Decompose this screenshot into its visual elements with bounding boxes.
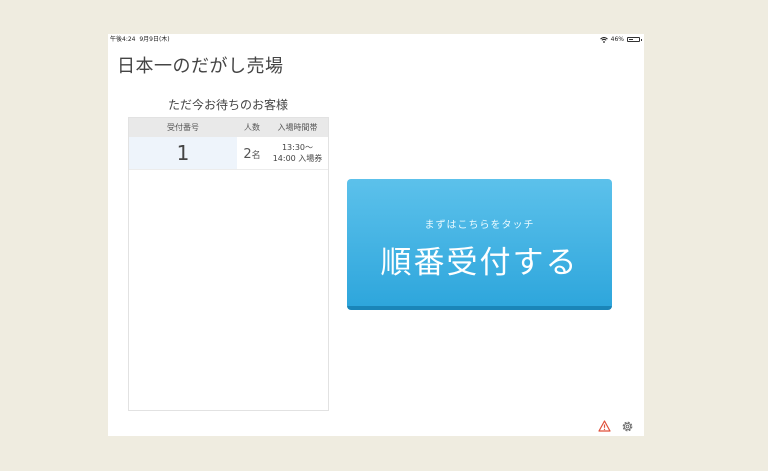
table-header: 受付番号 人数 入場時間帯 bbox=[129, 118, 328, 137]
register-turn-subtitle: まずはこちらをタッチ bbox=[424, 220, 535, 231]
wifi-icon bbox=[599, 36, 608, 43]
register-turn-button[interactable]: まずはこちらをタッチ 順番受付する bbox=[347, 179, 612, 310]
table-row: 1 2名 13:30〜 14:00 入場券 bbox=[129, 137, 328, 170]
column-header-people: 人数 bbox=[244, 123, 260, 132]
warning-icon[interactable] bbox=[598, 420, 611, 432]
party-size: 2名 bbox=[237, 137, 267, 169]
entry-time-line2: 14:00 入場券 bbox=[272, 154, 323, 163]
page-title: 日本一のだがし売場 bbox=[117, 56, 284, 77]
party-size-value: 2 bbox=[243, 147, 252, 162]
battery-percent: 46% bbox=[610, 36, 624, 43]
party-size-unit: 名 bbox=[251, 151, 261, 161]
status-time-date: 午後4:24 9月9日(木) bbox=[110, 34, 170, 45]
status-date: 9月9日(木) bbox=[139, 36, 170, 43]
status-time: 午後4:24 bbox=[110, 36, 136, 43]
register-turn-label: 順番受付する bbox=[380, 245, 579, 281]
ticket-number: 1 bbox=[129, 137, 237, 169]
queue-heading: ただ今お待ちのお客様 bbox=[167, 98, 288, 112]
column-header-time: 入場時間帯 bbox=[277, 123, 318, 132]
status-bar: 午後4:24 9月9日(木) 46% bbox=[108, 34, 644, 45]
column-header-number: 受付番号 bbox=[167, 123, 199, 132]
entry-time-line1: 13:30〜 bbox=[281, 143, 314, 152]
status-right: 46% bbox=[599, 34, 642, 45]
ipad-screen: 午後4:24 9月9日(木) 46% 日本一のだがし売場 ただ今お待ちのお客様 … bbox=[108, 34, 644, 436]
gear-icon[interactable] bbox=[621, 420, 634, 433]
entry-time-slot: 13:30〜 14:00 入場券 bbox=[267, 137, 328, 169]
battery-icon bbox=[627, 37, 642, 42]
queue-table: 受付番号 人数 入場時間帯 1 2名 13:30〜 14:00 入場券 bbox=[128, 117, 329, 411]
battery-fill bbox=[629, 39, 634, 40]
